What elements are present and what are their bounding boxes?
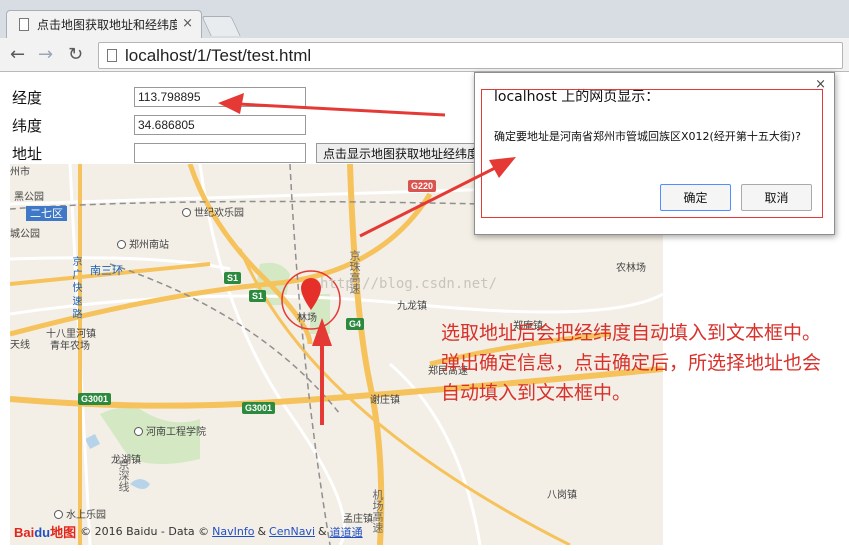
map-label-ring3: 南三环 — [90, 264, 123, 277]
map-label-expo-park: 世纪欢乐园 — [182, 204, 244, 219]
highlight-box — [481, 89, 823, 218]
navinfo-link[interactable]: NavInfo — [212, 525, 254, 538]
map-label-henan-eng: 河南工程学院 — [134, 423, 206, 438]
reload-icon[interactable]: ↻ — [68, 45, 83, 65]
map-label-park: 黑公园 — [14, 192, 44, 203]
shield-g3001b: G3001 — [242, 402, 276, 414]
map-label-city: 州市 — [10, 167, 30, 178]
map-label-jiulong: 九龙镇 — [397, 301, 427, 312]
map-label-jingshen: 京深线 — [117, 459, 130, 492]
map-label-baganzhen: 八岗镇 — [547, 490, 577, 501]
poi-icon — [182, 208, 191, 217]
page-icon — [107, 49, 117, 62]
shield-s1b: S1 — [249, 290, 267, 302]
shield-s1a: S1 — [224, 272, 242, 284]
lat-row: 纬度 — [12, 114, 306, 136]
close-icon[interactable]: × — [182, 16, 193, 31]
lng-label: 经度 — [12, 88, 43, 107]
document-icon — [19, 18, 29, 31]
copyright-amp1: & — [257, 525, 267, 538]
address-input[interactable] — [134, 143, 306, 163]
arrow-right-icon[interactable]: → — [38, 45, 53, 65]
url-text[interactable]: localhost/1/Test/test.html — [125, 46, 311, 66]
address-row: 地址 — [12, 142, 306, 164]
lng-row: 经度 — [12, 86, 306, 108]
shield-g220: G220 — [408, 180, 437, 192]
map-label-zhengzhou-south: 郑州南站 — [117, 236, 169, 251]
map-label-tianxian: 天线 — [10, 340, 30, 351]
school-icon — [134, 427, 143, 436]
annotation-text: 选取地址后会把经纬度自动填入到文本框中。弹出确定信息，点击确定后，所选择地址也会… — [441, 322, 822, 404]
map-label-xiefang: 谢庄镇 — [370, 395, 400, 406]
address-label: 地址 — [12, 144, 43, 163]
show-map-button[interactable]: 点击显示地图获取地址经纬度 — [316, 143, 486, 163]
arrow-left-icon[interactable]: ← — [10, 45, 25, 65]
copyright-text: © 2016 Baidu - Data © — [80, 525, 210, 538]
map-label-shuishang: 水上乐园 — [54, 506, 106, 521]
map-label-nongchang: 农林场 — [616, 263, 646, 274]
address-bar[interactable]: localhost/1/Test/test.html — [98, 42, 843, 69]
copyright-amp2: & — [318, 525, 327, 538]
baidu-logo: Baidu地图 — [14, 525, 77, 540]
lat-input[interactable] — [134, 115, 306, 135]
map-label-district: 二七区 — [26, 206, 67, 221]
tab-strip: 点击地图获取地址和经纬度 × — [0, 0, 849, 38]
station-icon — [117, 240, 126, 249]
shield-g4: G4 — [346, 318, 365, 330]
lng-input[interactable] — [134, 87, 306, 107]
map-label-jing-xia: 京 广 快 速 路 — [70, 256, 81, 319]
map-label-qingnian: 青年农场 — [50, 341, 90, 352]
map-copyright: Baidu地图 © 2016 Baidu - Data © NavInfo & … — [14, 522, 366, 541]
map-label-jichang: 机场高速 — [371, 489, 384, 533]
daodao-link[interactable]: 道道通 — [330, 524, 363, 540]
park-icon — [54, 510, 63, 519]
cennavi-link[interactable]: CenNavi — [269, 525, 315, 538]
map-label-city-park: 城公园 — [10, 229, 40, 240]
browser-tab[interactable]: 点击地图获取地址和经纬度 × — [6, 10, 202, 38]
new-tab-button[interactable] — [201, 16, 241, 36]
browser-toolbar: ← → ↻ localhost/1/Test/test.html — [0, 38, 849, 72]
watermark: http://blog.csdn.net/ — [320, 276, 498, 292]
tab-title: 点击地图获取地址和经纬度 — [37, 18, 177, 32]
map-label-linchang: 林场 — [297, 313, 317, 324]
shield-g3001a: G3001 — [78, 393, 112, 405]
lat-label: 纬度 — [12, 116, 43, 135]
